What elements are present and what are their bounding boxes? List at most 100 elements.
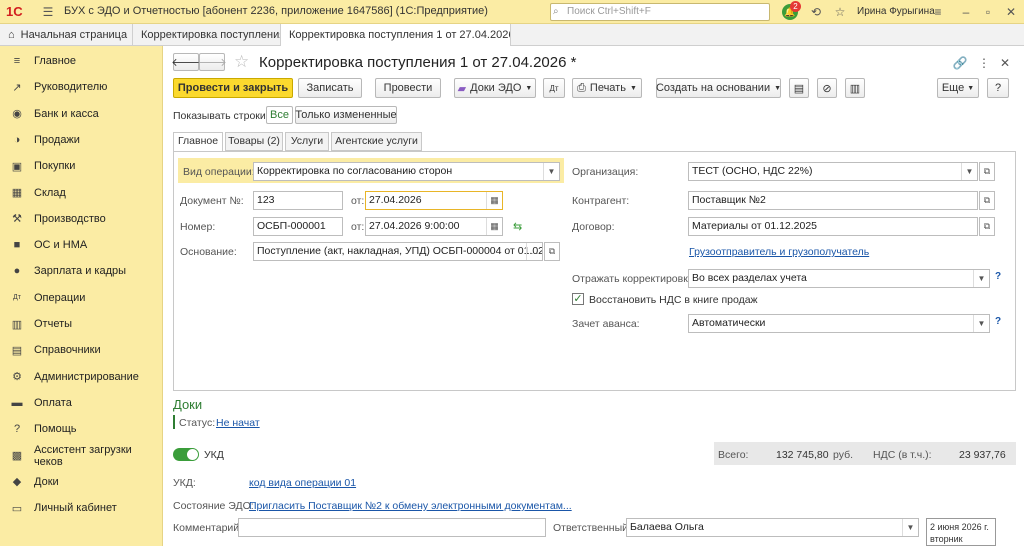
- sidebar-item-directories[interactable]: ▤ Справочники: [0, 337, 163, 363]
- sidebar-item-bank-cash[interactable]: ◉ Банк и касса: [0, 101, 163, 127]
- doc-number-input[interactable]: 123: [253, 191, 343, 210]
- chevron-down-icon: ▼: [967, 84, 975, 92]
- docs-status-link[interactable]: Не начат: [216, 417, 260, 429]
- help-button[interactable]: ?: [987, 78, 1009, 98]
- sidebar-item-purchases[interactable]: ▣ Покупки: [0, 153, 163, 179]
- tab-main[interactable]: Главное: [173, 132, 223, 152]
- restore-vat-checkbox[interactable]: ✓: [572, 293, 584, 305]
- doc-date-input[interactable]: 27.04.2026 ▦: [365, 191, 503, 210]
- sidebar-item-label: Банк и касса: [34, 107, 99, 120]
- sidebar-item-fixed-assets[interactable]: ■ ОС и НМА: [0, 232, 163, 258]
- production-icon: ⚒: [12, 213, 22, 226]
- contract-label: Договор:: [572, 221, 615, 233]
- tab-correction-list[interactable]: Корректировка поступления: [133, 24, 281, 46]
- help-icon[interactable]: ?: [995, 316, 1001, 327]
- tab-agent-services[interactable]: Агентские услуги: [331, 132, 422, 151]
- open-icon[interactable]: ⧉: [979, 162, 995, 181]
- help-icon[interactable]: ?: [995, 271, 1001, 282]
- calendar-icon[interactable]: ▦: [486, 192, 502, 209]
- responsible-input[interactable]: Балаева Ольга ▼: [626, 518, 919, 537]
- organization-select[interactable]: ТЕСТ (ОСНО, НДС 22%) ▼: [688, 162, 978, 181]
- more-button[interactable]: Еще ▼: [937, 78, 979, 98]
- sidebar-item-salary-hr[interactable]: ● Зарплата и кадры: [0, 258, 163, 284]
- comment-input[interactable]: [238, 518, 546, 537]
- favorite-star-icon[interactable]: ☆: [234, 52, 249, 72]
- show-all-button[interactable]: Все: [266, 106, 293, 124]
- sidebar-item-help[interactable]: ? Помощь: [0, 416, 163, 442]
- sidebar-item-personal-account[interactable]: ▭ Личный кабинет: [0, 495, 163, 521]
- chevron-down-icon[interactable]: ▼: [961, 163, 977, 180]
- more-dots-icon[interactable]: …: [526, 243, 542, 260]
- basis-input[interactable]: Поступление (акт, накладная, УПД) ОСБП-0…: [253, 242, 543, 261]
- more-label: Еще: [941, 82, 965, 94]
- fixed-assets-icon: ■: [13, 239, 21, 252]
- open-icon[interactable]: ⧉: [544, 242, 560, 261]
- favorites-icon[interactable]: ☆: [832, 4, 848, 20]
- more-actions-icon[interactable]: ⋮: [976, 55, 992, 71]
- sidebar-item-main[interactable]: ≡ Главное: [0, 48, 163, 74]
- create-based-on-button[interactable]: Создать на основании ▼: [656, 78, 781, 98]
- counterparty-input[interactable]: Поставщик №2: [688, 191, 978, 210]
- attachment-icon[interactable]: ⊘: [817, 78, 837, 98]
- sidebar-item-production[interactable]: ⚒ Производство: [0, 206, 163, 232]
- dt-kt-button[interactable]: Дт: [543, 78, 565, 98]
- post-button[interactable]: Провести: [375, 78, 441, 98]
- sidebar-item-reports[interactable]: ▥ Отчеты: [0, 311, 163, 337]
- link-icon[interactable]: 🔗: [952, 55, 968, 71]
- back-button[interactable]: 🡐: [171, 53, 201, 71]
- tab-correction-document[interactable]: Корректировка поступления 1 от 27.04.202…: [281, 24, 511, 47]
- tab-services[interactable]: Услуги: [285, 132, 329, 151]
- open-icon[interactable]: ⧉: [979, 191, 995, 210]
- close-window-icon[interactable]: ✕: [1003, 4, 1019, 20]
- chevron-down-icon[interactable]: ▼: [902, 519, 918, 536]
- menu-icon[interactable]: ☰: [40, 4, 56, 20]
- forward-button[interactable]: 🡒: [197, 53, 227, 71]
- advance-offset-select[interactable]: Автоматически ▼: [688, 314, 990, 333]
- tab-goods[interactable]: Товары (2): [225, 132, 283, 151]
- chevron-down-icon[interactable]: ▼: [543, 163, 559, 180]
- edo-invite-link[interactable]: Пригласить Поставщик №2 к обмену электро…: [249, 500, 572, 512]
- open-icon[interactable]: ⧉: [979, 217, 995, 236]
- responsible-label: Ответственный:: [553, 522, 631, 534]
- sidebar-item-administration[interactable]: ⚙ Администрирование: [0, 364, 163, 390]
- contract-input[interactable]: Материалы от 01.12.2025: [688, 217, 978, 236]
- chevron-down-icon[interactable]: ▼: [973, 270, 989, 287]
- sidebar-item-sales[interactable]: ◑ Продажи: [0, 127, 163, 153]
- counterparty-label: Контрагент:: [572, 195, 630, 207]
- sidebar-item-warehouse[interactable]: ▦ Склад: [0, 180, 163, 206]
- number-input[interactable]: ОСБП-000001: [253, 217, 343, 236]
- search-input[interactable]: Поиск Ctrl+Shift+F: [550, 3, 770, 21]
- ukd-toggle-knob: [187, 449, 198, 460]
- reflect-correction-select[interactable]: Во всех разделах учета ▼: [688, 269, 990, 288]
- docs-heading: Доки: [173, 397, 203, 412]
- close-form-icon[interactable]: ✕: [997, 55, 1013, 71]
- show-changed-button[interactable]: Только измененные: [295, 106, 397, 124]
- report-icon[interactable]: ▥: [845, 78, 865, 98]
- chevron-down-icon: ▼: [629, 84, 637, 92]
- user-name[interactable]: Ирина Фурыгина: [857, 6, 935, 17]
- sidebar-item-payment[interactable]: ▬ Оплата: [0, 390, 163, 416]
- sidebar-item-docs[interactable]: ◆ Доки: [0, 469, 163, 495]
- operation-type-select[interactable]: Корректировка по согласованию сторон ▼: [253, 162, 560, 181]
- structure-icon[interactable]: ▤: [789, 78, 809, 98]
- print-button[interactable]: ⎙ Печать ▼: [572, 78, 642, 98]
- maximize-icon[interactable]: ▫: [980, 4, 996, 20]
- post-and-close-button[interactable]: Провести и закрыть: [173, 78, 293, 98]
- sidebar-item-receipt-assistant[interactable]: ▩ Ассистент загрузки чеков: [0, 443, 163, 469]
- settings-menu-icon[interactable]: ≡: [930, 4, 946, 20]
- number-date-input[interactable]: 27.04.2026 9:00:00 ▦: [365, 217, 503, 236]
- consignor-link[interactable]: Грузоотправитель и грузополучатель: [689, 246, 869, 258]
- sidebar-item-operations[interactable]: Дт Операции: [0, 285, 163, 311]
- edo-docs-button[interactable]: ▰ Доки ЭДО ▼: [454, 78, 536, 98]
- chevron-down-icon[interactable]: ▼: [973, 315, 989, 332]
- tab-home[interactable]: ⌂ Начальная страница: [0, 24, 133, 46]
- sidebar-item-director[interactable]: ↗ Руководителю: [0, 74, 163, 100]
- save-button[interactable]: Записать: [298, 78, 362, 98]
- ukd-operation-code-link[interactable]: код вида операции 01: [249, 477, 356, 489]
- calendar-icon[interactable]: ▦: [486, 218, 502, 235]
- history-icon[interactable]: ⟲: [808, 4, 824, 20]
- minimize-icon[interactable]: –: [958, 4, 974, 20]
- time-edit-icon[interactable]: ⇆: [513, 220, 522, 233]
- vat-label: НДС (в т.ч.):: [873, 449, 932, 461]
- responsible-value: Балаева Ольга: [630, 521, 704, 533]
